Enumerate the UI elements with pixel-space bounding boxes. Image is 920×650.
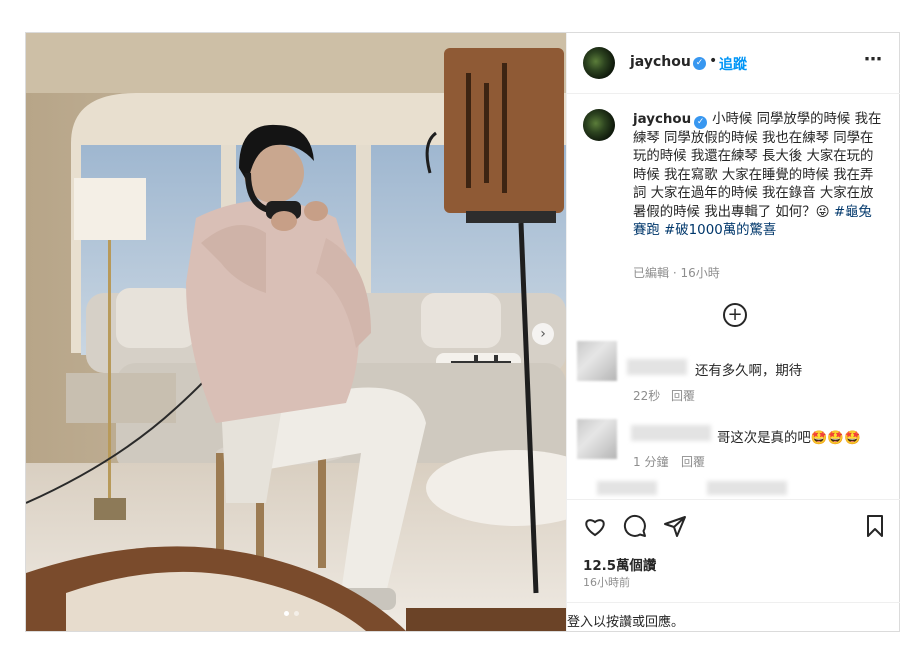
more-options-icon[interactable]: ⋯: [864, 49, 883, 70]
carousel-indicator: [284, 611, 299, 616]
hashtag-link[interactable]: #破1000萬的驚喜: [664, 223, 776, 238]
share-icon[interactable]: [663, 514, 687, 538]
caption-verified-badge-icon: ✓: [694, 116, 708, 129]
load-more-comments-button[interactable]: +: [723, 303, 747, 327]
post-photo[interactable]: ›: [26, 33, 566, 631]
username-link[interactable]: jaychou: [630, 54, 691, 70]
carousel-dot: [294, 611, 299, 616]
login-prompt[interactable]: 登入以按讚或回應。: [567, 611, 684, 630]
caption-avatar[interactable]: [583, 109, 615, 141]
likes-count[interactable]: 12.5萬個讚: [583, 554, 656, 574]
instagram-post: › jaychou ✓ • 追蹤 ⋯ jaychou ✓ 小時候 同學放學的時候 我…: [25, 32, 900, 632]
next-photo-button[interactable]: ›: [532, 323, 554, 345]
comment-text: 还有多久啊，期待: [695, 364, 803, 379]
comment-blurred: [597, 481, 657, 495]
comment-text: 哥这次是真的吧🤩🤩🤩: [717, 431, 861, 446]
reply-button[interactable]: 回覆: [681, 453, 705, 470]
comment-time: 22秒: [633, 389, 661, 403]
comment-time: 1 分鐘: [633, 455, 669, 469]
verified-badge-icon: ✓: [693, 57, 706, 70]
post-header: jaychou ✓ • 追蹤 ⋯: [567, 33, 900, 94]
bookmark-icon[interactable]: [864, 514, 886, 538]
login-prompt-bar: 登入以按讚或回應。: [567, 602, 900, 633]
comment-username-blurred[interactable]: [631, 425, 711, 441]
separator-dot: •: [709, 53, 718, 69]
post-timestamp[interactable]: 16小時前: [583, 574, 630, 590]
reply-button[interactable]: 回覆: [671, 387, 695, 404]
follow-button[interactable]: 追蹤: [719, 54, 747, 74]
comment-username-blurred[interactable]: [627, 359, 687, 375]
carousel-dot-active: [284, 611, 289, 616]
caption-meta: 已編輯 · 16小時: [633, 266, 720, 280]
comment-avatar[interactable]: [577, 419, 617, 459]
comment-avatar[interactable]: [577, 341, 617, 381]
comment-blurred: [707, 481, 787, 495]
chevron-right-icon: ›: [540, 326, 546, 342]
plus-icon: +: [727, 304, 743, 325]
photo-illustration: [26, 33, 566, 631]
caption-username[interactable]: jaychou: [633, 112, 691, 127]
post-sidebar: jaychou ✓ • 追蹤 ⋯ jaychou ✓ 小時候 同學放學的時候 我在練…: [566, 33, 900, 631]
action-bar: 12.5萬個讚 16小時前 登入以按讚或回應。: [567, 499, 900, 632]
caption-text: jaychou ✓ 小時候 同學放學的時候 我在練琴 同學放假的時候 我也在練琴 同…: [633, 111, 883, 241]
comment-icon[interactable]: [623, 514, 647, 538]
caption-body: 小時候 同學放學的時候 我在練琴 同學放假的時候 我也在練琴 同學在玩的時候 我…: [633, 112, 882, 220]
avatar[interactable]: [583, 47, 615, 79]
heart-icon[interactable]: [583, 514, 607, 538]
